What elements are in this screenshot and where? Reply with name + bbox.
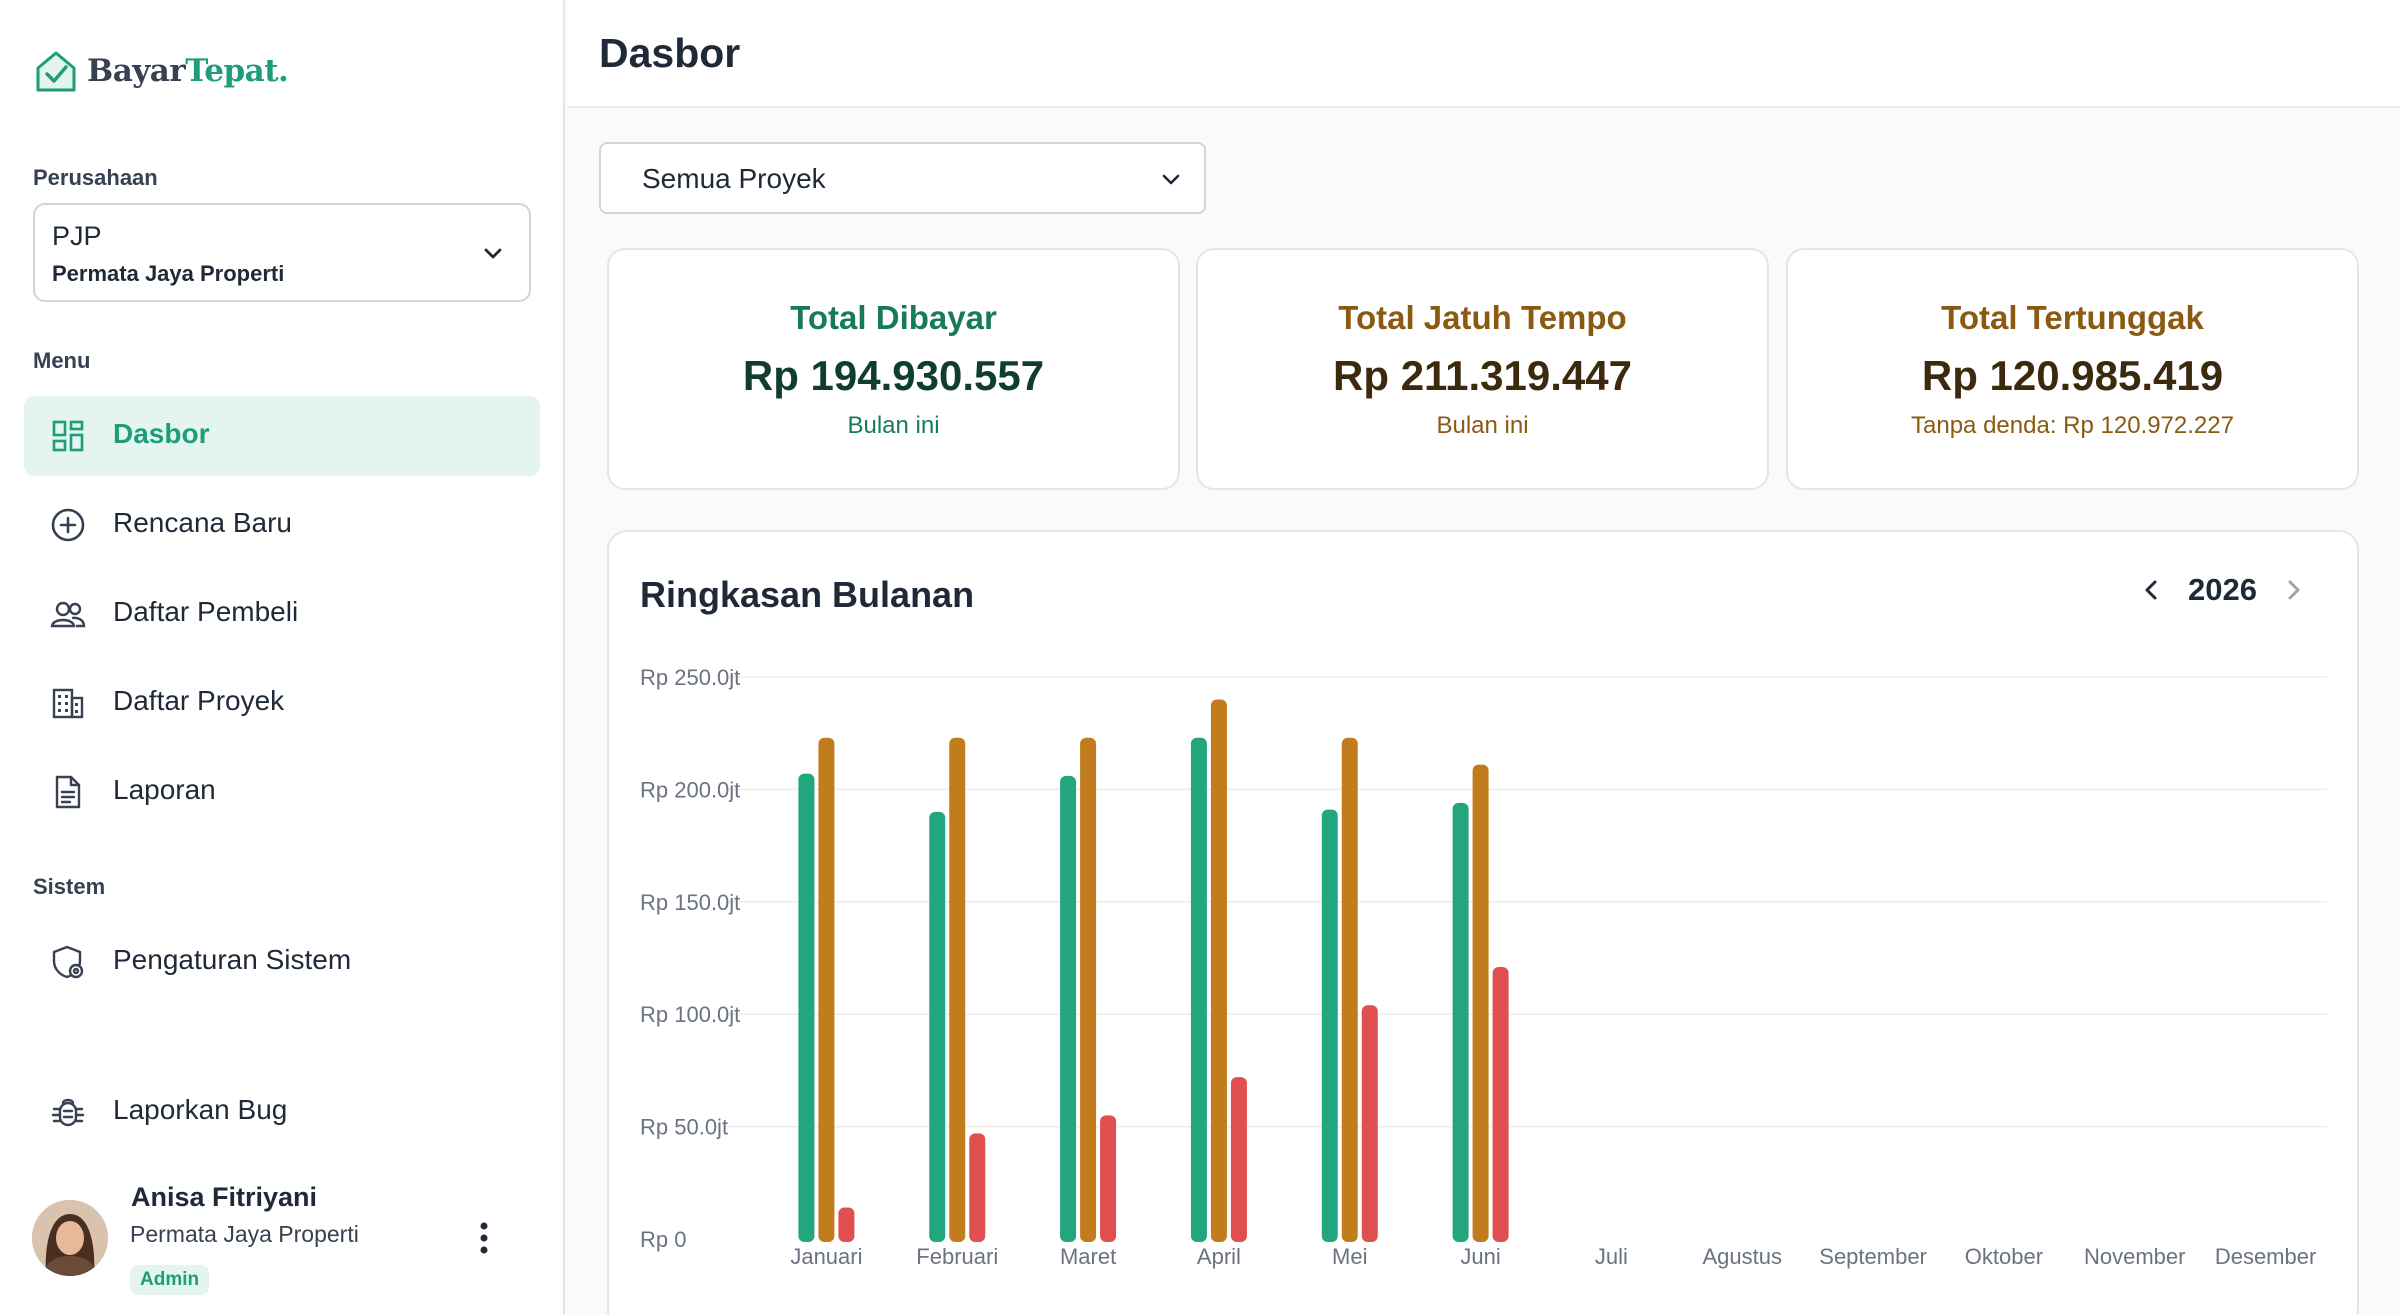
- monthly-summary-card: Ringkasan Bulanan 2026 Rp 0 Rp 50.0jt Rp 1…: [607, 530, 2359, 1315]
- bar-due: [1341, 737, 1358, 1242]
- x-tick-label: Februari: [916, 1244, 998, 1269]
- sidebar: BayarTepat. Perusahaan PJP Permata Jaya …: [0, 0, 565, 1315]
- x-tick-label: Juni: [1460, 1244, 1500, 1269]
- sidebar-item-pengaturan-sistem[interactable]: Pengaturan Sistem: [24, 922, 540, 1002]
- bar-overdue: [1230, 1077, 1247, 1242]
- avatar-image: [32, 1200, 108, 1276]
- user-profile: Anisa Fitriyani Permata Jaya Properti Ad…: [30, 1178, 550, 1298]
- x-tick-label: November: [2084, 1244, 2185, 1269]
- house-check-icon: [36, 51, 76, 92]
- more-options-icon[interactable]: [476, 1218, 492, 1258]
- x-tick-label: Juli: [1595, 1244, 1628, 1269]
- x-tick-label: Mei: [1332, 1244, 1367, 1269]
- sidebar-item-label: Pengaturan Sistem: [113, 944, 352, 975]
- building-icon: [52, 688, 84, 719]
- bar-overdue: [1361, 1005, 1378, 1242]
- bar-paid: [1452, 802, 1469, 1242]
- sidebar-item-label: Laporan: [113, 774, 216, 805]
- sidebar-item-dasbor[interactable]: Dasbor: [24, 396, 540, 476]
- sidebar-item-label: Dasbor: [113, 418, 210, 449]
- bar-due: [818, 737, 835, 1242]
- bar-overdue: [1492, 966, 1509, 1242]
- card-value: Rp 211.319.447: [1333, 352, 1632, 399]
- settings-shield-icon: [52, 945, 84, 979]
- total-paid-card: Total Dibayar Rp 194.930.557 Bulan ini: [607, 248, 1180, 490]
- chevron-down-icon: [484, 248, 502, 259]
- card-title: Total Dibayar: [790, 299, 997, 336]
- monthly-bar-chart: Rp 0 Rp 50.0jt Rp 100.0jt Rp 150.0jt Rp 200.…: [640, 665, 2327, 1269]
- y-tick-label: Rp 0: [640, 1227, 686, 1252]
- card-value: Rp 194.930.557: [742, 352, 1045, 399]
- plus-circle-icon: [51, 508, 85, 542]
- x-tick-label: Maret: [1060, 1244, 1116, 1269]
- x-tick-label: Desember: [2215, 1244, 2316, 1269]
- role-badge: Admin: [130, 1265, 210, 1295]
- menu-label: Menu: [33, 348, 91, 373]
- sidebar-item-label: Laporkan Bug: [113, 1094, 288, 1125]
- bar-paid: [798, 773, 815, 1242]
- x-tick-label: Oktober: [1965, 1244, 2043, 1269]
- sidebar-item-laporan[interactable]: Laporan: [24, 752, 540, 832]
- bar-due: [1210, 699, 1227, 1242]
- project-select[interactable]: Semua Proyek: [599, 142, 1206, 214]
- sidebar-item-daftar-pembeli[interactable]: Daftar Pembeli: [24, 574, 540, 654]
- x-tick-label: April: [1197, 1244, 1241, 1269]
- users-icon: [50, 601, 86, 628]
- bar-overdue: [969, 1133, 986, 1242]
- dashboard-icon: [52, 420, 84, 452]
- topbar: Dasbor: [567, 0, 2400, 108]
- bar-paid: [1060, 775, 1077, 1242]
- bar-paid: [1321, 809, 1338, 1242]
- card-title: Total Jatuh Tempo: [1338, 299, 1627, 336]
- app-logo[interactable]: BayarTepat.: [33, 48, 289, 94]
- sidebar-item-rencana-baru[interactable]: Rencana Baru: [24, 485, 540, 565]
- sidebar-item-label: Daftar Pembeli: [113, 596, 299, 627]
- total-due-card: Total Jatuh Tempo Rp 211.319.447 Bulan i…: [1196, 248, 1769, 490]
- card-subtitle: Bulan ini: [1436, 412, 1529, 439]
- card-value: Rp 120.985.419: [1921, 352, 2224, 399]
- system-label: Sistem: [33, 874, 106, 899]
- company-select[interactable]: PJP Permata Jaya Properti: [33, 203, 531, 302]
- bar-paid: [1190, 737, 1207, 1242]
- bar-overdue: [838, 1207, 855, 1242]
- project-select-value: Semua Proyek: [642, 163, 826, 194]
- total-overdue-card: Total Tertunggak Rp 120.985.419 Tanpa de…: [1786, 248, 2359, 490]
- x-tick-label: Agustus: [1703, 1244, 1783, 1269]
- card-subtitle: Bulan ini: [847, 412, 940, 439]
- y-tick-label: Rp 50.0jt: [640, 1115, 728, 1140]
- bar-due: [949, 737, 966, 1242]
- avatar[interactable]: [32, 1200, 108, 1276]
- card-subtitle: Tanpa denda: Rp 120.972.227: [1911, 412, 2234, 439]
- y-tick-label: Rp 250.0jt: [640, 665, 740, 690]
- app-logo-text: BayarTepat.: [87, 53, 289, 89]
- y-tick-label: Rp 100.0jt: [640, 1002, 740, 1027]
- sidebar-item-laporkan-bug[interactable]: Laporkan Bug: [24, 1072, 540, 1152]
- company-code: PJP: [52, 221, 102, 251]
- bar-due: [1080, 737, 1097, 1242]
- card-title: Total Tertunggak: [1941, 299, 2204, 336]
- chevron-down-icon: [1162, 174, 1180, 185]
- company-name: Permata Jaya Properti: [52, 261, 285, 286]
- user-company: Permata Jaya Properti: [130, 1221, 359, 1247]
- bar-overdue: [1100, 1115, 1117, 1242]
- y-tick-label: Rp 150.0jt: [640, 890, 740, 915]
- y-tick-label: Rp 200.0jt: [640, 777, 740, 802]
- x-tick-label: Januari: [790, 1244, 862, 1269]
- company-label: Perusahaan: [33, 165, 158, 190]
- bar-paid: [929, 811, 946, 1242]
- bar-due: [1472, 764, 1489, 1242]
- bug-icon: [51, 1098, 85, 1127]
- sidebar-item-label: Rencana Baru: [113, 507, 293, 538]
- document-icon: [55, 775, 81, 809]
- user-name: Anisa Fitriyani: [131, 1182, 318, 1212]
- page-title: Dasbor: [599, 30, 741, 76]
- x-tick-label: September: [1819, 1244, 1927, 1269]
- sidebar-item-daftar-proyek[interactable]: Daftar Proyek: [24, 663, 540, 743]
- sidebar-item-label: Daftar Proyek: [113, 685, 285, 716]
